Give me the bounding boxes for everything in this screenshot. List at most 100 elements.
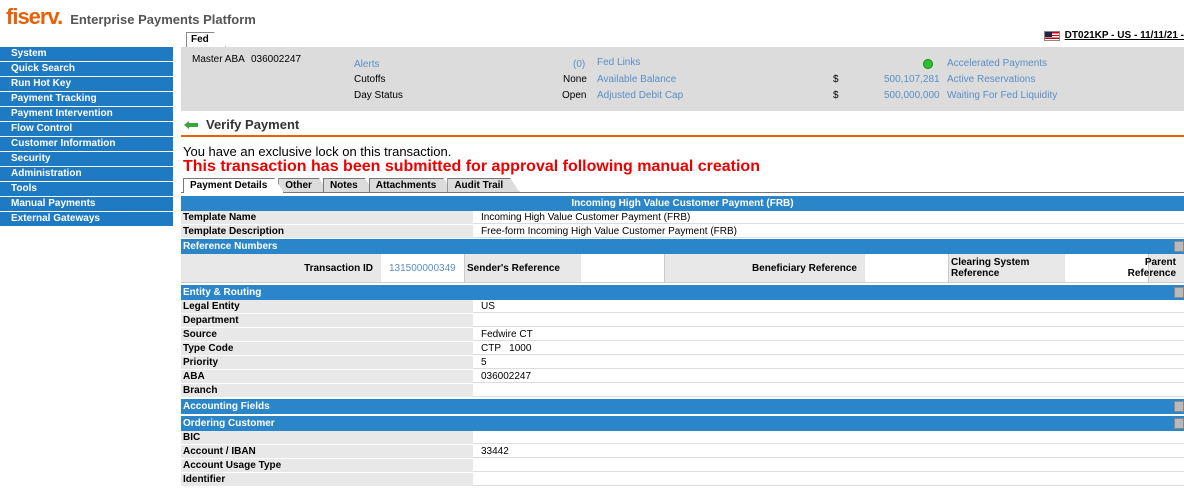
title-divider <box>181 135 1184 137</box>
parent-reference-label: Parent Reference <box>1128 254 1184 282</box>
sidebar-item-quick-search[interactable]: Quick Search <box>0 62 173 77</box>
cutoffs-label: Cutoffs <box>354 74 386 85</box>
department-label: Department <box>181 314 473 327</box>
account-usage-type-value <box>473 459 1184 472</box>
reference-numbers-header[interactable]: Reference Numbers <box>181 239 1184 254</box>
type-code-label: Type Code <box>181 342 473 355</box>
beneficiary-reference-label: Beneficiary Reference <box>665 254 865 282</box>
active-reservations-link[interactable]: Active Reservations <box>947 74 1035 85</box>
sidebar-item-system[interactable]: System <box>0 47 173 62</box>
table-row: Source Fedwire CT <box>181 328 1184 342</box>
adjusted-debit-cap-currency: $ <box>833 90 839 101</box>
source-value: Fedwire CT <box>473 328 1184 341</box>
table-row: BIC <box>181 431 1184 445</box>
reference-numbers-row: Transaction ID 131500000349 Sender's Ref… <box>181 254 1184 283</box>
back-arrow-icon[interactable] <box>184 120 198 129</box>
user-session-text: DT021KP - US - 11/11/21 - <box>1064 30 1184 41</box>
senders-reference-value <box>581 254 665 282</box>
app-title: Enterprise Payments Platform <box>70 12 256 27</box>
branch-label: Branch <box>181 384 473 397</box>
bic-value <box>473 431 1184 444</box>
sidebar-item-flow-control[interactable]: Flow Control <box>0 122 173 137</box>
collapse-icon[interactable] <box>1174 287 1184 298</box>
identifier-label: Identifier <box>181 473 473 486</box>
sidebar-item-tools[interactable]: Tools <box>0 182 173 197</box>
tab-payment-details[interactable]: Payment Details <box>183 178 284 193</box>
accounting-fields-header[interactable]: Accounting Fields <box>181 399 1184 414</box>
collapse-icon[interactable] <box>1174 241 1184 252</box>
sidebar-nav: System Quick Search Run Hot Key Payment … <box>0 47 173 227</box>
account-usage-type-label: Account Usage Type <box>181 459 473 472</box>
department-value <box>473 314 1184 327</box>
table-row: Department <box>181 314 1184 328</box>
transaction-id-value[interactable]: 131500000349 <box>381 254 465 282</box>
tab-notes[interactable]: Notes <box>323 178 375 193</box>
identifier-value <box>473 473 1184 486</box>
account-iban-value: 33442 <box>473 445 1184 458</box>
table-row: Template Description Free-form Incoming … <box>181 225 1184 239</box>
adjusted-debit-cap-value: 500,000,000 <box>884 90 940 101</box>
aba-label: ABA <box>181 370 473 383</box>
fiserv-logo: fiserv. Enterprise Payments Platform <box>6 4 256 32</box>
priority-label: Priority <box>181 356 473 369</box>
sidebar-item-run-hot-key[interactable]: Run Hot Key <box>0 77 173 92</box>
waiting-fed-liquidity-link[interactable]: Waiting For Fed Liquidity <box>947 90 1057 101</box>
priority-value: 5 <box>473 356 1184 369</box>
sidebar-item-payment-intervention[interactable]: Payment Intervention <box>0 107 173 122</box>
collapse-icon[interactable] <box>1174 418 1184 429</box>
user-session-link[interactable]: DT021KP - US - 11/11/21 - <box>1043 30 1184 41</box>
template-name-label: Template Name <box>181 211 473 224</box>
table-row: Account / IBAN 33442 <box>181 445 1184 459</box>
reference-numbers-title: Reference Numbers <box>183 241 278 252</box>
logo-mark: fiserv. <box>6 4 63 29</box>
collapse-icon[interactable] <box>1174 401 1184 412</box>
adjusted-debit-cap-link[interactable]: Adjusted Debit Cap <box>597 90 683 101</box>
page-title-row: Verify Payment <box>184 117 299 132</box>
us-flag-icon <box>1043 30 1060 41</box>
cutoffs-value: None <box>563 74 587 85</box>
transaction-id-label: Transaction ID <box>181 254 381 282</box>
sidebar-item-payment-tracking[interactable]: Payment Tracking <box>0 92 173 107</box>
fed-status-indicator-icon <box>923 59 933 69</box>
table-row: Type Code CTP 1000 <box>181 342 1184 356</box>
ordering-customer-title: Ordering Customer <box>183 418 275 429</box>
table-row: ABA 036002247 <box>181 370 1184 384</box>
source-label: Source <box>181 328 473 341</box>
available-balance-value: 500,107,281 <box>884 74 940 85</box>
table-row: Branch <box>181 384 1184 398</box>
table-row: Account Usage Type <box>181 459 1184 473</box>
tab-audit-trail[interactable]: Audit Trail <box>447 178 520 193</box>
tab-fed[interactable]: Fed <box>186 32 226 47</box>
payment-details-panel: Incoming High Value Customer Payment (FR… <box>181 196 1184 487</box>
sidebar-item-manual-payments[interactable]: Manual Payments <box>0 197 173 212</box>
account-iban-label: Account / IBAN <box>181 445 473 458</box>
clearing-system-reference-label: Clearing System Reference <box>949 254 1065 282</box>
table-row: Legal Entity US <box>181 300 1184 314</box>
beneficiary-reference-value <box>865 254 949 282</box>
day-status-value: Open <box>562 90 587 101</box>
master-aba-value: 036002247 <box>251 54 302 65</box>
tab-other[interactable]: Other <box>278 178 329 193</box>
alert-message: This transaction has been submitted for … <box>183 158 760 175</box>
sidebar-item-administration[interactable]: Administration <box>0 167 173 182</box>
fed-links-link[interactable]: Fed Links <box>597 57 640 68</box>
table-row: Identifier <box>181 473 1184 487</box>
branch-value <box>473 384 1184 397</box>
alerts-link[interactable]: Alerts <box>354 59 380 70</box>
tab-divider <box>181 192 1184 193</box>
legal-entity-label: Legal Entity <box>181 300 473 313</box>
tab-attachments[interactable]: Attachments <box>369 178 454 193</box>
bic-label: BIC <box>181 431 473 444</box>
alerts-count[interactable]: (0) <box>573 59 585 70</box>
sidebar-item-external-gateways[interactable]: External Gateways <box>0 212 173 227</box>
sidebar-item-security[interactable]: Security <box>0 152 173 167</box>
day-status-label: Day Status <box>354 90 403 101</box>
entity-routing-header[interactable]: Entity & Routing <box>181 285 1184 300</box>
accounting-fields-title: Accounting Fields <box>183 401 270 412</box>
template-description-label: Template Description <box>181 225 473 238</box>
ordering-customer-header[interactable]: Ordering Customer <box>181 416 1184 431</box>
accelerated-payments-link[interactable]: Accelerated Payments <box>947 58 1047 69</box>
template-name-value: Incoming High Value Customer Payment (FR… <box>473 211 1184 224</box>
available-balance-link[interactable]: Available Balance <box>597 74 676 85</box>
sidebar-item-customer-information[interactable]: Customer Information <box>0 137 173 152</box>
